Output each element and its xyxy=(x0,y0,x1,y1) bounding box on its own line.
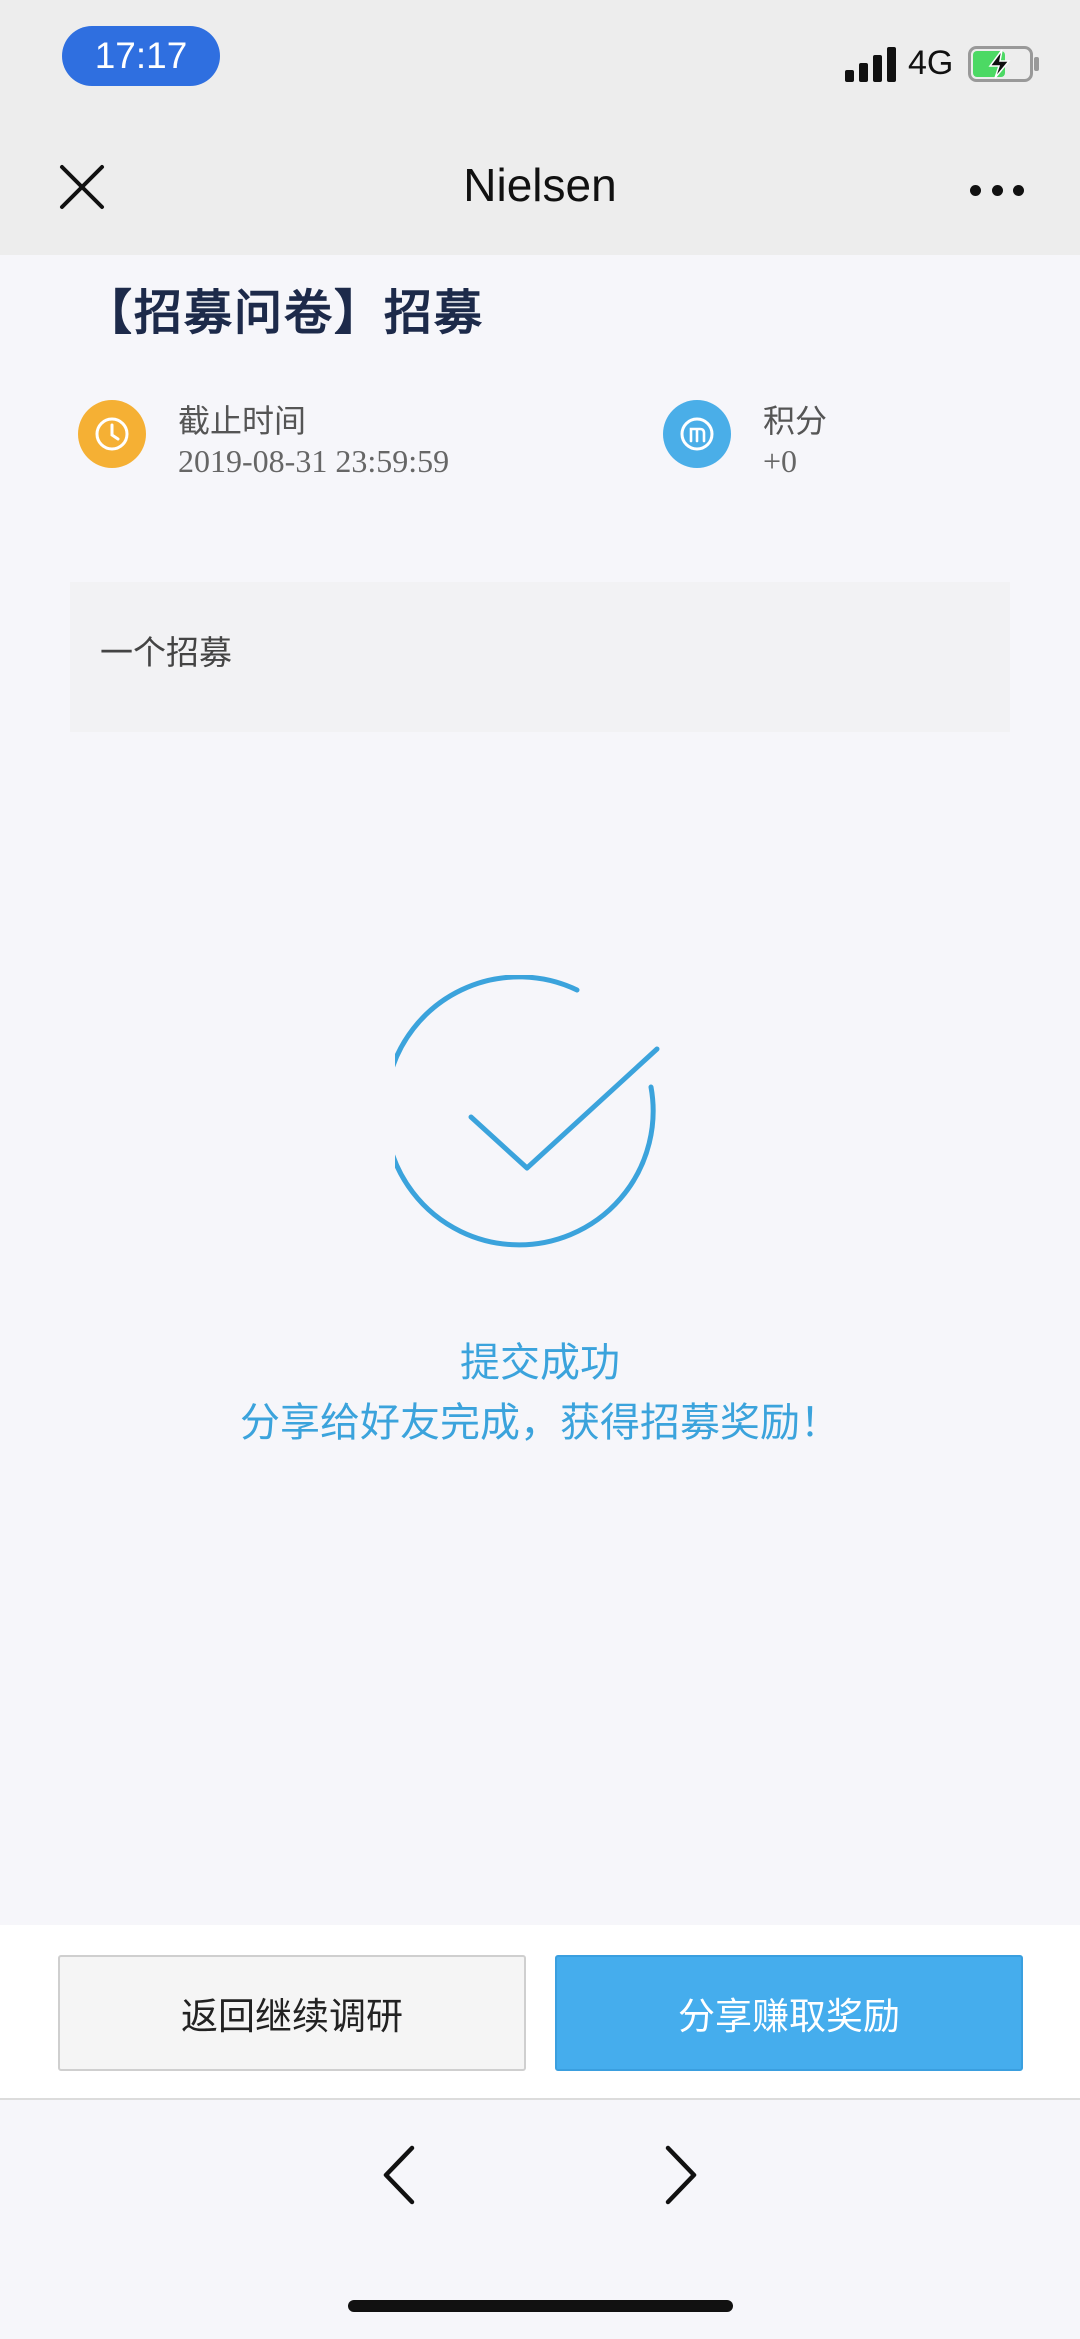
more-icon xyxy=(970,184,1024,196)
deadline-label: 截止时间 xyxy=(178,402,307,440)
continue-research-button[interactable]: 返回继续调研 xyxy=(58,1955,526,2071)
nav-title: Nielsen xyxy=(463,159,617,211)
forward-button[interactable] xyxy=(650,2140,710,2210)
points-icon xyxy=(663,400,731,468)
more-button[interactable] xyxy=(970,170,1040,210)
points-label: 积分 xyxy=(763,402,828,440)
action-bar: 返回继续调研 分享赚取奖励 xyxy=(0,1925,1080,2100)
home-indicator[interactable] xyxy=(348,2300,733,2312)
network-type: 4G xyxy=(908,44,954,82)
chevron-left-icon xyxy=(383,2145,415,2205)
main-content: 【招募问卷】招募 截止时间 2019-08-31 23:59:59 积分 +0 … xyxy=(0,255,1080,1925)
deadline-value: 2019-08-31 23:59:59 xyxy=(178,443,450,479)
share-reward-button[interactable]: 分享赚取奖励 xyxy=(555,1955,1023,2071)
success-title: 提交成功 xyxy=(460,1340,620,1386)
signal-icon xyxy=(845,46,897,82)
chevron-right-icon xyxy=(665,2145,697,2205)
page-title: 【招募问卷】招募 xyxy=(84,285,485,341)
clock-icon xyxy=(78,400,146,468)
nav-bar: Nielsen xyxy=(0,130,1080,255)
status-bar: 17:17 4G xyxy=(0,0,1080,130)
status-time: 17:17 xyxy=(62,26,220,86)
back-button[interactable] xyxy=(370,2140,430,2210)
checkmark-icon xyxy=(382,974,685,1265)
battery-charging-icon xyxy=(968,46,1040,82)
description-text: 一个招募 xyxy=(100,633,232,672)
description-box: 一个招募 xyxy=(70,582,1010,732)
success-subtitle: 分享给好友完成，获得招募奖励！ xyxy=(240,1400,840,1446)
points-value: +0 xyxy=(763,443,798,479)
